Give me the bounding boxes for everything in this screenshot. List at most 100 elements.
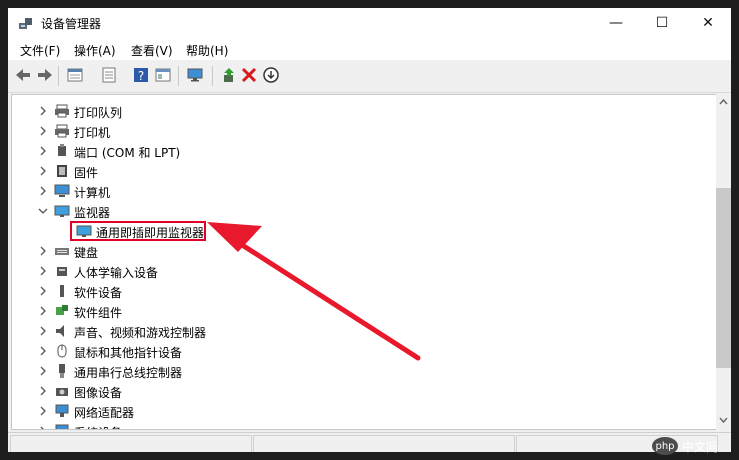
- firmware-icon: [57, 165, 67, 177]
- minimize-button[interactable]: —: [593, 8, 639, 38]
- chevron-right-icon[interactable]: [38, 246, 48, 256]
- chevron-right-icon[interactable]: [38, 346, 48, 356]
- chevron-right-icon[interactable]: [38, 386, 48, 396]
- properties-icon[interactable]: [66, 66, 84, 84]
- chevron-right-icon[interactable]: [38, 126, 48, 136]
- hid-icon: [57, 267, 67, 276]
- tree-category[interactable]: 固件: [12, 161, 712, 181]
- menu-view[interactable]: 查看(V): [131, 42, 173, 59]
- maximize-button[interactable]: ☐: [639, 8, 685, 38]
- tree-item-label: 图像设备: [74, 386, 123, 400]
- device-manager-icon: [19, 18, 32, 29]
- tree-item-label: 打印队列: [74, 106, 123, 120]
- chevron-down-icon[interactable]: [38, 206, 48, 216]
- tree-category[interactable]: 通用串行总线控制器: [12, 361, 712, 381]
- software-device-icon: [60, 285, 64, 297]
- status-cell: [10, 435, 252, 452]
- tree-item-label: 网络适配器: [74, 406, 135, 420]
- toolbar: ?: [8, 60, 731, 93]
- back-icon[interactable]: [14, 66, 32, 84]
- tree-item-label: 通用即插即用监视器: [96, 226, 205, 240]
- scrollbar-thumb[interactable]: [716, 188, 731, 368]
- tree-category[interactable]: 监视器: [12, 201, 712, 221]
- tree-item-label: 声音、视频和游戏控制器: [74, 326, 207, 340]
- device-tree: 打印队列打印机端口 (COM 和 LPT) 固件计算机监视器通用即插即用监视器键盘…: [11, 94, 718, 430]
- tree-item-label: 人体学输入设备: [74, 266, 159, 280]
- sound-icon: [56, 325, 64, 337]
- chevron-right-icon[interactable]: [38, 146, 48, 156]
- chevron-right-icon[interactable]: [38, 186, 48, 196]
- chevron-right-icon[interactable]: [38, 406, 48, 416]
- menu-bar: 文件(F) 操作(A) 查看(V) 帮助(H): [8, 38, 731, 60]
- computer-icon: [54, 184, 70, 197]
- tree-category[interactable]: 图像设备: [12, 381, 712, 401]
- chevron-right-icon[interactable]: [38, 286, 48, 296]
- tree-category[interactable]: 键盘: [12, 241, 712, 261]
- show-hidden-icon[interactable]: [154, 66, 172, 84]
- tree-category[interactable]: 计算机: [12, 181, 712, 201]
- tree-category[interactable]: 软件组件: [12, 301, 712, 321]
- chevron-right-icon[interactable]: [38, 166, 48, 176]
- php-logo: php: [652, 437, 678, 455]
- tree-category[interactable]: 打印队列: [12, 101, 712, 121]
- watermark-text: 中文网: [682, 439, 719, 454]
- tree-item-label: 固件: [74, 166, 99, 180]
- camera-icon: [56, 388, 68, 396]
- disable-icon[interactable]: [262, 66, 280, 84]
- tree-category[interactable]: 网络适配器: [12, 401, 712, 421]
- tree-item-label: 软件组件: [74, 306, 123, 320]
- tree-category[interactable]: 打印机: [12, 121, 712, 141]
- tree-child-item[interactable]: 通用即插即用监视器: [12, 221, 712, 241]
- monitor-icon: [76, 225, 92, 237]
- scroll-up-icon[interactable]: [719, 98, 728, 106]
- chevron-right-icon[interactable]: [38, 106, 48, 116]
- menu-file[interactable]: 文件(F): [20, 42, 60, 59]
- menu-action[interactable]: 操作(A): [74, 42, 116, 59]
- menu-help[interactable]: 帮助(H): [186, 42, 228, 59]
- chevron-right-icon[interactable]: [38, 266, 48, 276]
- port-icon: [58, 144, 66, 156]
- tree-category[interactable]: 软件设备: [12, 281, 712, 301]
- chevron-right-icon[interactable]: [38, 306, 48, 316]
- printer-icon: [55, 124, 69, 138]
- tree-item-label: 监视器: [74, 206, 111, 220]
- forward-icon[interactable]: [36, 66, 54, 84]
- tree-category[interactable]: 端口 (COM 和 LPT): [12, 141, 712, 161]
- monitor-icon: [54, 205, 70, 217]
- help-icon[interactable]: ?: [132, 66, 150, 84]
- tree-item-label: 端口 (COM 和 LPT): [74, 146, 181, 160]
- watermark: php 中文网: [652, 432, 739, 460]
- device-manager-window: 设备管理器 — ☐ ✕ 文件(F) 操作(A) 查看(V) 帮助(H) ? 打印…: [8, 8, 731, 452]
- network-icon: [55, 404, 69, 417]
- chevron-right-icon[interactable]: [38, 426, 48, 430]
- mouse-icon: [57, 344, 67, 358]
- tree-category[interactable]: 人体学输入设备: [12, 261, 712, 281]
- window-title: 设备管理器: [41, 17, 102, 31]
- system-icon: [55, 424, 69, 429]
- chevron-right-icon[interactable]: [38, 366, 48, 376]
- uninstall-icon[interactable]: [240, 66, 258, 84]
- details-icon[interactable]: [100, 66, 118, 84]
- tree-item-label: 键盘: [74, 246, 99, 260]
- status-bar: [8, 432, 731, 452]
- close-button[interactable]: ✕: [685, 8, 731, 38]
- software-component-icon: [56, 305, 68, 315]
- svg-text:?: ?: [138, 69, 144, 83]
- title-bar: 设备管理器 — ☐ ✕: [8, 8, 731, 38]
- printer-icon: [55, 104, 69, 118]
- usb-icon: [59, 364, 65, 378]
- tree-item-label: 打印机: [74, 126, 111, 140]
- tree-category[interactable]: 系统设备: [12, 421, 712, 430]
- keyboard-icon: [55, 248, 69, 255]
- monitor-icon[interactable]: [186, 66, 204, 84]
- toolbar-separator: [58, 66, 59, 86]
- tree-category[interactable]: 声音、视频和游戏控制器: [12, 321, 712, 341]
- toolbar-separator: [178, 66, 179, 86]
- tree-item-label: 计算机: [74, 186, 111, 200]
- tree-item-label: 系统设备: [74, 424, 122, 429]
- chevron-right-icon[interactable]: [38, 326, 48, 336]
- tree-category[interactable]: 鼠标和其他指针设备: [12, 341, 712, 361]
- update-driver-icon[interactable]: [220, 66, 238, 84]
- scroll-down-icon[interactable]: [719, 416, 728, 424]
- tree-item-label: 通用串行总线控制器: [74, 366, 183, 380]
